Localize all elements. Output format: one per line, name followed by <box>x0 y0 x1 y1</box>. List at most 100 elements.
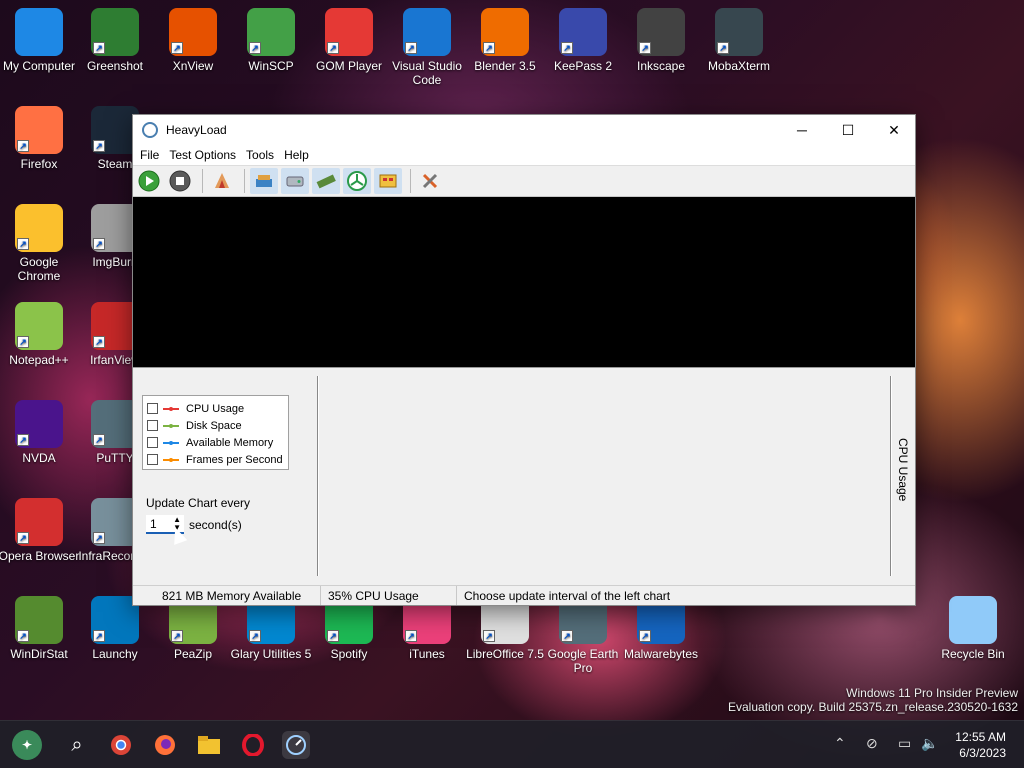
desktop-icon-label: Google Chrome <box>17 255 61 283</box>
shortcut-arrow-icon: ↗ <box>405 630 417 642</box>
legend-item: CPU Usage <box>147 400 284 417</box>
taskbar-firefox-icon[interactable] <box>151 731 179 759</box>
clock-date: 6/3/2023 <box>959 746 1006 760</box>
desktop-icon-label: Notepad++ <box>9 353 69 367</box>
options-button[interactable] <box>416 168 444 194</box>
desktop-icon-winscp[interactable]: ↗ WinSCP <box>230 8 312 73</box>
desktop-icon-monitor[interactable]: My Computer <box>0 8 80 73</box>
desktop-icon-recycle-bin[interactable]: Recycle Bin <box>932 596 1014 661</box>
close-button[interactable]: ✕ <box>871 115 917 145</box>
desktop-icon-label: Visual Studio Code <box>392 59 462 87</box>
blender-icon: ↗ <box>481 8 529 56</box>
desktop-icon-mobaxterm[interactable]: ↗ MobaXterm <box>698 8 780 73</box>
desktop-icon-label: KeePass 2 <box>553 59 613 73</box>
network-disconnected-icon[interactable]: ⊘ <box>866 735 878 752</box>
shortcut-arrow-icon: ↗ <box>93 434 105 446</box>
desktop-icon-label: Inkscape <box>636 59 686 73</box>
update-interval-value[interactable]: 1 <box>150 517 157 531</box>
desktop-icon-label: Opera Browser <box>0 549 80 563</box>
desktop-icon-vscode[interactable]: ↗ Visual Studio Code <box>386 8 468 87</box>
right-chart-label: CPU Usage <box>896 438 910 502</box>
legend-checkbox[interactable] <box>147 454 158 465</box>
volume-icon[interactable]: 🔈 <box>921 735 938 752</box>
legend-checkbox[interactable] <box>147 420 158 431</box>
vscode-icon: ↗ <box>403 8 451 56</box>
memory-stress-button[interactable] <box>312 168 340 194</box>
desktop-icon-google-earth[interactable]: ↗ Google Earth Pro <box>542 596 624 675</box>
legend-swatch <box>163 440 179 445</box>
toolbar-separator <box>244 169 245 193</box>
shortcut-arrow-icon: ↗ <box>327 42 339 54</box>
disk-stress-button[interactable] <box>281 168 309 194</box>
notepadpp-icon: ↗ <box>15 302 63 350</box>
desktop-icon-label: XnView <box>172 59 214 73</box>
left-splitter[interactable] <box>317 376 319 576</box>
menu-file[interactable]: File <box>135 148 164 162</box>
desktop-icon-gom-player[interactable]: ↗ GOM Player <box>308 8 390 73</box>
start-orb-icon[interactable]: ✦ <box>12 730 42 760</box>
taskbar: ✦ ⌕ ⌃ ⊘ ▭ 🔈 12:55 AM 6/3/2023 <box>0 720 1024 768</box>
desktop-icon-firefox[interactable]: ↗ Firefox <box>0 106 80 171</box>
search-icon[interactable]: ⌕ <box>63 731 91 759</box>
hard-drive-icon <box>286 176 304 187</box>
stop-button[interactable] <box>166 168 194 194</box>
shortcut-arrow-icon: ↗ <box>561 42 573 54</box>
minimize-button[interactable]: ─ <box>779 115 825 145</box>
shortcut-arrow-icon: ↗ <box>17 434 29 446</box>
watermark-line-2: Evaluation copy. Build 25375.zn_release.… <box>728 700 1018 714</box>
desktop-icon-chrome[interactable]: ↗ Google Chrome <box>0 204 80 283</box>
gpu-fan-icon <box>347 171 367 191</box>
taskbar-chrome-icon[interactable] <box>107 731 135 759</box>
graphics-card-icon <box>379 174 397 188</box>
desktop-icon-opera[interactable]: ↗ Opera Browser <box>0 498 80 563</box>
show-hidden-icons-icon[interactable]: ⌃ <box>834 735 846 752</box>
load-chart-area <box>133 197 915 367</box>
window-title: HeavyLoad <box>166 123 227 137</box>
legend-checkbox[interactable] <box>147 403 158 414</box>
desktop-icon-blender[interactable]: ↗ Blender 3.5 <box>464 8 546 73</box>
test-file-button[interactable] <box>250 168 278 194</box>
legend-swatch <box>163 457 179 462</box>
display-icon[interactable]: ▭ <box>898 735 911 752</box>
cpu-stress-button[interactable] <box>208 168 236 194</box>
ram-icon <box>316 174 336 189</box>
desktop-icon-inkscape[interactable]: ↗ Inkscape <box>620 8 702 73</box>
legend-item: Available Memory <box>147 434 284 451</box>
shortcut-arrow-icon: ↗ <box>93 238 105 250</box>
shortcut-arrow-icon: ↗ <box>249 630 261 642</box>
desktop-icon-nvda[interactable]: ↗ NVDA <box>0 400 80 465</box>
legend-checkbox[interactable] <box>147 437 158 448</box>
toolbar <box>133 165 915 197</box>
taskbar-file-explorer-icon[interactable] <box>195 731 223 759</box>
update-chart-label: Update Chart every <box>146 496 251 510</box>
menu-tools[interactable]: Tools <box>241 148 279 162</box>
legend-label: Available Memory <box>186 436 274 449</box>
gpu-stress-button[interactable] <box>343 168 371 194</box>
menu-test-options[interactable]: Test Options <box>164 148 241 162</box>
maximize-button[interactable]: ☐ <box>825 115 871 145</box>
shortcut-arrow-icon: ↗ <box>483 630 495 642</box>
clock-time: 12:55 AM <box>955 730 1006 744</box>
start-button[interactable] <box>135 168 163 194</box>
desktop-icon-label: Launchy <box>92 647 138 661</box>
seconds-label: second(s) <box>189 518 242 532</box>
desktop-icon-label: My Computer <box>2 59 76 73</box>
shortcut-arrow-icon: ↗ <box>17 238 29 250</box>
shortcut-arrow-icon: ↗ <box>639 630 651 642</box>
desktop-icon-notepadpp[interactable]: ↗ Notepad++ <box>0 302 80 367</box>
taskbar-clock[interactable]: 12:55 AM 6/3/2023 <box>955 729 1006 761</box>
greenshot-icon: ↗ <box>91 8 139 56</box>
taskbar-heavyload-icon[interactable] <box>282 731 310 759</box>
title-bar[interactable]: HeavyLoad ─ ☐ ✕ <box>133 115 915 145</box>
taskbar-opera-icon[interactable] <box>239 731 267 759</box>
winscp-icon: ↗ <box>247 8 295 56</box>
opera-icon: ↗ <box>15 498 63 546</box>
menu-help[interactable]: Help <box>279 148 314 162</box>
desktop-icon-windirstat[interactable]: ↗ WinDirStat <box>0 596 80 661</box>
desktop-icon-keepass[interactable]: ↗ KeePass 2 <box>542 8 624 73</box>
desktop-icon-label: LibreOffice 7.5 <box>466 647 544 661</box>
right-splitter[interactable] <box>890 376 892 576</box>
gpu-compute-button[interactable] <box>374 168 402 194</box>
desktop-icon-xnview[interactable]: ↗ XnView <box>152 8 234 73</box>
desktop-icon-greenshot[interactable]: ↗ Greenshot <box>74 8 156 73</box>
